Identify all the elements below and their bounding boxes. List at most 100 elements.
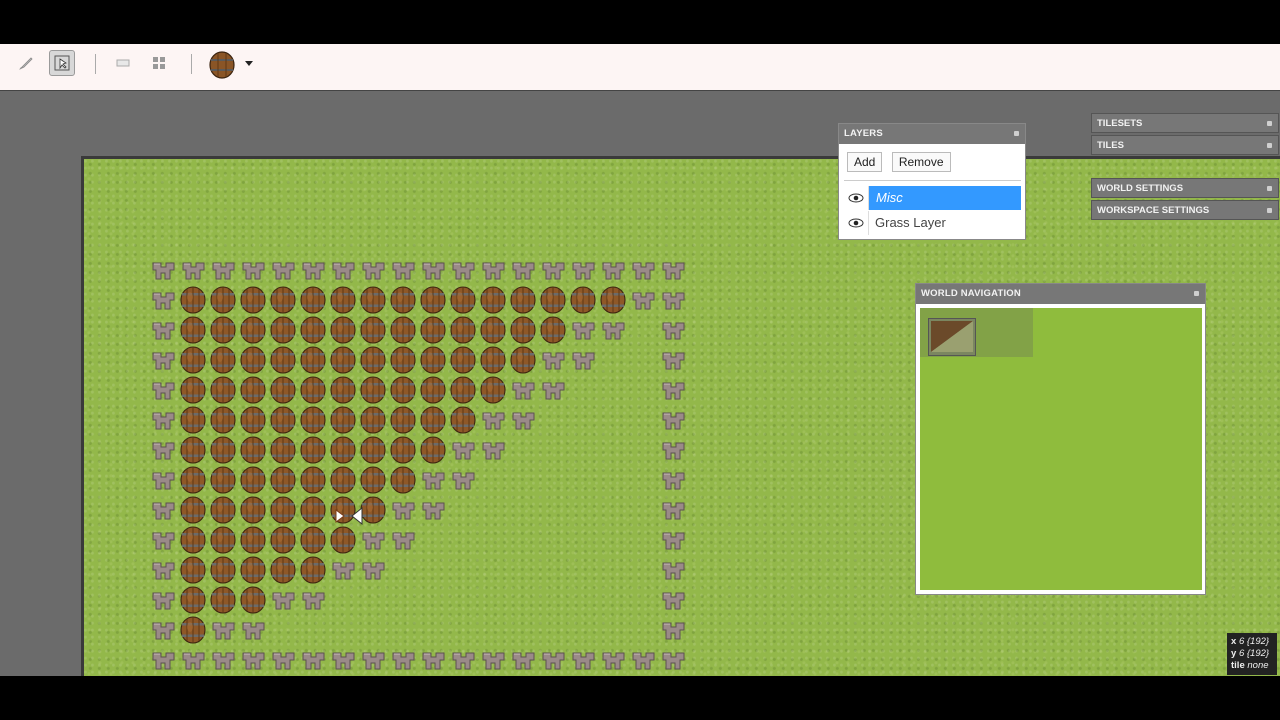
fence-tile	[212, 262, 235, 280]
expand-icon[interactable]	[1267, 143, 1272, 148]
barrel-tile	[210, 316, 236, 344]
barrel-tile	[210, 526, 236, 554]
expand-icon[interactable]	[1267, 186, 1272, 191]
barrel-tile	[360, 316, 386, 344]
fence-tile	[482, 442, 505, 460]
fence-tile	[392, 652, 415, 670]
barrel-tile	[270, 556, 296, 584]
fence-tile	[542, 382, 565, 400]
fence-tile	[662, 442, 685, 460]
barrel-tile	[300, 376, 326, 404]
current-tile-button[interactable]	[206, 49, 238, 81]
barrel-tile	[510, 316, 536, 344]
fence-tile	[332, 562, 355, 580]
collapse-icon[interactable]	[1014, 131, 1019, 136]
barrel-tile	[240, 316, 266, 344]
minimap[interactable]	[920, 308, 1202, 590]
tile-value: none	[1247, 660, 1269, 671]
visibility-eye-icon[interactable]	[844, 186, 869, 210]
mouse-cursor	[334, 504, 364, 528]
add-layer-button[interactable]: Add	[847, 152, 883, 172]
toolbar-separator	[191, 54, 192, 74]
layer-row-misc[interactable]: Misc	[844, 186, 1021, 210]
y-value: 6 {192}	[1238, 648, 1270, 659]
barrel-tile	[420, 346, 446, 374]
barrel-tile	[180, 436, 206, 464]
minimap-tiles	[928, 318, 976, 356]
fence-tile	[362, 562, 385, 580]
tile-label: tile	[1231, 660, 1245, 671]
fence-tile	[452, 442, 475, 460]
world-navigation-header[interactable]: WORLD NAVIGATION	[916, 284, 1205, 304]
layer-name: Grass Layer	[875, 215, 946, 230]
barrel-tile	[390, 316, 416, 344]
fence-tile	[482, 262, 505, 280]
barrel-tile	[270, 496, 296, 524]
single-tile-mode-button[interactable]	[110, 50, 136, 76]
barrel-tile	[360, 496, 386, 524]
layers-panel-header[interactable]: LAYERS	[839, 124, 1025, 144]
fence-tile	[422, 502, 445, 520]
x-label: x	[1231, 636, 1237, 647]
fence-tile	[272, 262, 295, 280]
barrel-tile	[210, 376, 236, 404]
barrel-tile	[300, 286, 326, 314]
select-tool-button[interactable]	[49, 50, 75, 76]
barrel-tile	[360, 436, 386, 464]
multi-tile-mode-button[interactable]	[146, 50, 172, 76]
fence-tile	[152, 292, 175, 310]
expand-icon[interactable]	[1267, 208, 1272, 213]
tilesets-panel-header[interactable]: TILESETS	[1091, 113, 1279, 133]
fence-tile	[362, 652, 385, 670]
tile-dropdown-button[interactable]	[241, 50, 257, 76]
tiles-panel-header[interactable]: TILES	[1091, 135, 1279, 155]
fence-tile	[482, 412, 505, 430]
barrel-tile	[390, 346, 416, 374]
barrel-tile	[570, 286, 596, 314]
world-settings-panel-header[interactable]: WORLD SETTINGS	[1091, 178, 1279, 198]
barrel-tile	[210, 406, 236, 434]
fence-tile	[512, 382, 535, 400]
barrel-tile	[180, 406, 206, 434]
brush-tool-button[interactable]	[13, 50, 39, 76]
barrel-tile	[330, 526, 356, 554]
letterbox-bottom	[0, 676, 1280, 720]
fence-tile	[662, 502, 685, 520]
barrel-tile	[300, 436, 326, 464]
barrel-tile	[180, 616, 206, 644]
layers-panel: LAYERS Add Remove Misc Grass Layer	[838, 123, 1026, 240]
barrel-tile	[270, 316, 296, 344]
barrel-tile	[210, 286, 236, 314]
layer-row-grass[interactable]: Grass Layer	[844, 211, 1021, 235]
barrel-tile	[210, 556, 236, 584]
barrel-tile	[240, 346, 266, 374]
fence-tile	[302, 262, 325, 280]
panel-title: WORKSPACE SETTINGS	[1097, 205, 1210, 216]
collapse-icon[interactable]	[1194, 291, 1199, 296]
barrel-tile	[240, 376, 266, 404]
fence-tile	[182, 262, 205, 280]
barrel-tile	[390, 466, 416, 494]
barrel-tile	[240, 526, 266, 554]
fence-tile	[332, 652, 355, 670]
fence-tile	[512, 262, 535, 280]
barrel-tile	[480, 376, 506, 404]
remove-layer-button[interactable]: Remove	[891, 152, 951, 172]
expand-icon[interactable]	[1267, 121, 1272, 126]
panel-title: WORLD SETTINGS	[1097, 183, 1184, 194]
layer-name: Misc	[876, 190, 903, 205]
fence-tile	[572, 652, 595, 670]
fence-tile	[152, 472, 175, 490]
coordinates-readout: x 6 {192} y 6 {192} tile none	[1227, 633, 1277, 675]
fence-tile	[662, 412, 685, 430]
brush-icon	[19, 57, 33, 70]
barrel-tile	[330, 376, 356, 404]
fence-tile	[632, 292, 655, 310]
fence-tile	[152, 592, 175, 610]
fence-tile	[152, 652, 175, 670]
visibility-eye-icon[interactable]	[844, 211, 869, 235]
barrel-tile	[450, 286, 476, 314]
workspace-settings-panel-header[interactable]: WORKSPACE SETTINGS	[1091, 200, 1279, 220]
fence-tile	[662, 382, 685, 400]
barrel-icon	[209, 51, 235, 79]
